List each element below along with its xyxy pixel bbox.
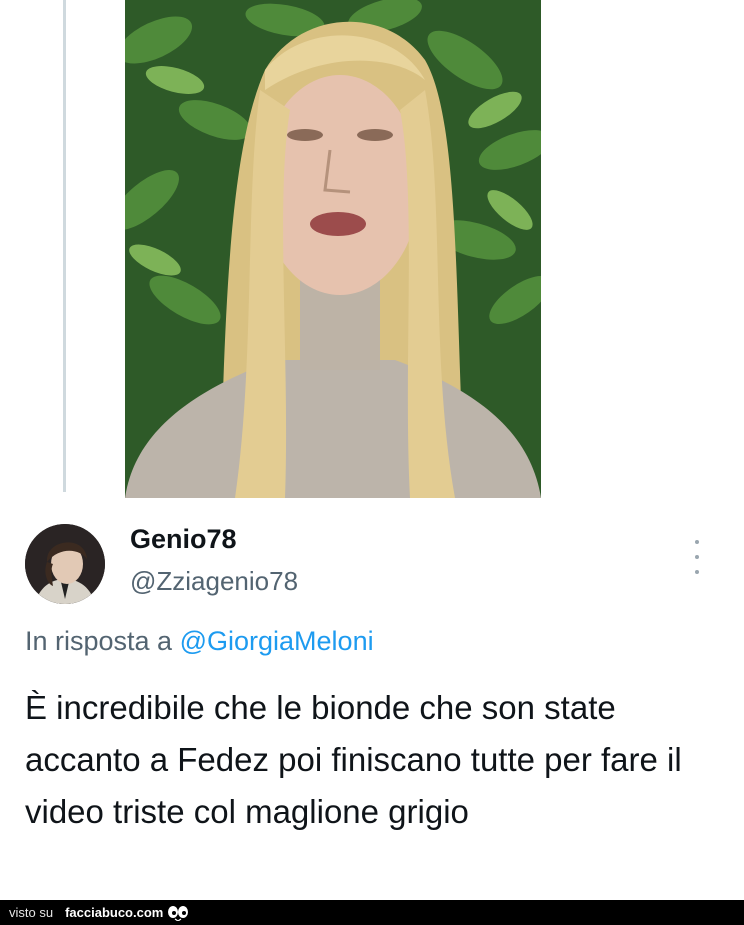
eyes-icon xyxy=(167,905,189,921)
thread-connector-line xyxy=(63,0,66,492)
video-thumbnail[interactable] xyxy=(125,0,541,498)
footer-prefix: visto su xyxy=(9,905,54,920)
reply-prefix: In risposta a xyxy=(25,626,173,656)
author-handle[interactable]: @Zziagenio78 xyxy=(130,566,298,597)
reply-mention-link[interactable]: @GiorgiaMeloni xyxy=(180,626,374,656)
avatar[interactable] xyxy=(25,524,105,604)
author-display-name[interactable]: Genio78 xyxy=(130,524,237,555)
footer-brand[interactable]: facciabuco.com xyxy=(65,905,163,920)
more-vertical-icon[interactable] xyxy=(690,540,704,574)
tweet-text: È incredibile che le bionde che son stat… xyxy=(25,689,682,830)
reply-context: In risposta a @GiorgiaMeloni xyxy=(25,626,374,657)
watermark-footer: visto su facciabuco.com xyxy=(0,900,744,925)
